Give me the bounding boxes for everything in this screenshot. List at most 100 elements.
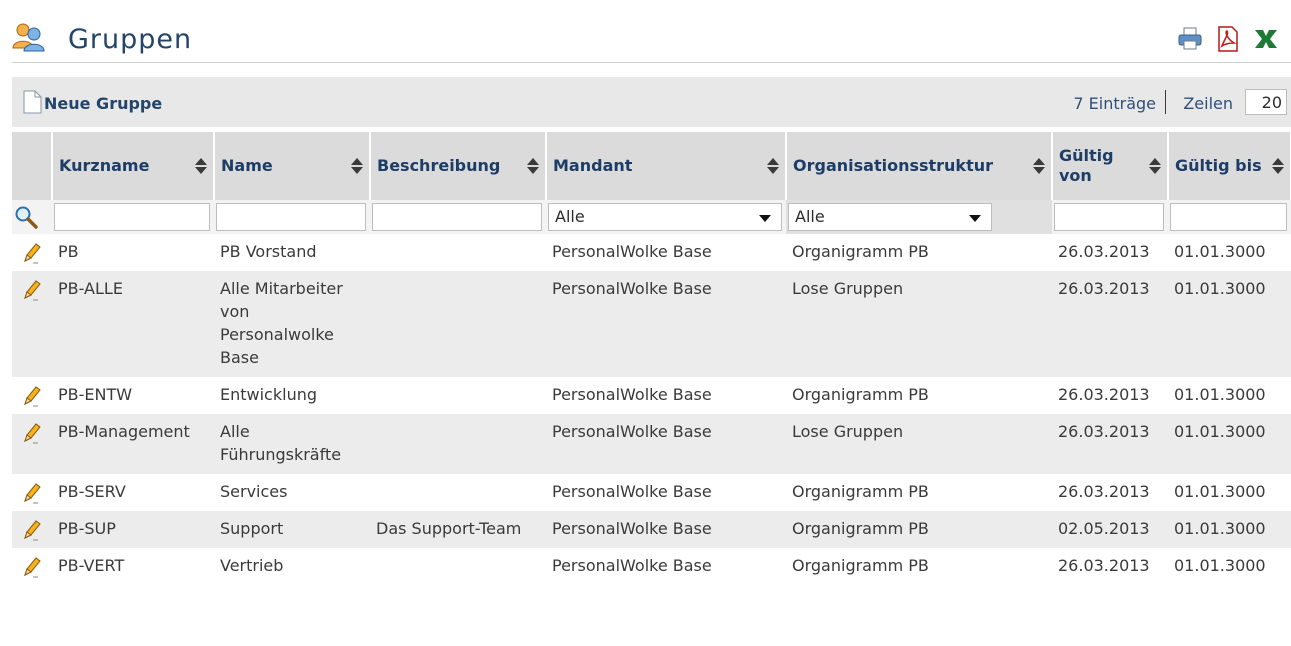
cell-beschreibung: [370, 271, 546, 377]
filter-cell-beschreibung: [370, 200, 546, 234]
sort-icon[interactable]: [527, 157, 539, 175]
table-body: PB PB Vorstand PersonalWolke Base Organi…: [12, 234, 1291, 585]
table-row: PB-ALLE Alle Mitarbeiter von Personalwol…: [12, 271, 1291, 377]
cell-organisationsstruktur: Lose Gruppen: [786, 271, 1052, 377]
cell-kurzname: PB-VERT: [52, 548, 214, 585]
cell-gueltig-bis: 01.01.3000: [1168, 548, 1291, 585]
edit-cell: [12, 511, 52, 548]
organisationsstruktur-filter-select[interactable]: Alle: [788, 203, 992, 231]
name-filter-input[interactable]: [216, 203, 366, 231]
gueltig-von-filter-input[interactable]: [1054, 203, 1164, 231]
column-header-gueltig-bis[interactable]: Gültig bis: [1168, 132, 1291, 200]
select-value: Alle: [795, 207, 825, 226]
column-header-label: Gültig bis: [1175, 156, 1262, 175]
cell-kurzname: PB-SUP: [52, 511, 214, 548]
cell-gueltig-von: 26.03.2013: [1052, 474, 1168, 511]
filter-row: Alle Alle: [12, 200, 1291, 234]
table-row: PB-Management Alle Führungskräfte Person…: [12, 414, 1291, 474]
sort-icon[interactable]: [767, 157, 779, 175]
column-header-kurzname[interactable]: Kurzname: [52, 132, 215, 200]
filter-search-cell: [12, 200, 52, 234]
filter-cell-mandant: Alle: [546, 200, 786, 234]
groups-table: Kurzname Name Beschreibung Mandant Organ…: [12, 132, 1291, 585]
dropdown-arrow-icon: [759, 215, 771, 222]
dropdown-arrow-icon: [969, 215, 981, 222]
cell-organisationsstruktur: Organigramm PB: [786, 511, 1052, 548]
toolbar: Neue Gruppe 7 Einträge Zeilen: [12, 77, 1291, 127]
cell-mandant: PersonalWolke Base: [546, 377, 786, 414]
cell-organisationsstruktur: Lose Gruppen: [786, 414, 1052, 474]
export-buttons: [1177, 26, 1287, 54]
cell-beschreibung: [370, 377, 546, 414]
search-icon[interactable]: [14, 205, 38, 229]
gueltig-bis-filter-input[interactable]: [1170, 203, 1287, 231]
cell-kurzname: PB: [52, 234, 214, 271]
select-value: Alle: [555, 207, 585, 226]
cell-organisationsstruktur: Organigramm PB: [786, 234, 1052, 271]
edit-pencil-icon[interactable]: [20, 279, 42, 301]
cell-organisationsstruktur: Organigramm PB: [786, 548, 1052, 585]
cell-gueltig-von: 26.03.2013: [1052, 414, 1168, 474]
column-header-name[interactable]: Name: [214, 132, 371, 200]
cell-name: Services: [214, 474, 370, 511]
sort-icon[interactable]: [1149, 157, 1161, 175]
page-header: Gruppen: [12, 18, 1291, 63]
cell-organisationsstruktur: Organigramm PB: [786, 377, 1052, 414]
cell-beschreibung: Das Support-Team: [370, 511, 546, 548]
cell-beschreibung: [370, 474, 546, 511]
column-header-label: Gültig von: [1059, 146, 1114, 185]
column-header-label: Mandant: [553, 156, 633, 175]
cell-mandant: PersonalWolke Base: [546, 414, 786, 474]
table-row: PB PB Vorstand PersonalWolke Base Organi…: [12, 234, 1291, 271]
sort-icon[interactable]: [195, 157, 207, 175]
column-header-mandant[interactable]: Mandant: [546, 132, 787, 200]
cell-beschreibung: [370, 234, 546, 271]
column-header-beschreibung[interactable]: Beschreibung: [370, 132, 547, 200]
edit-pencil-icon[interactable]: [20, 519, 42, 541]
table-row: PB-SUP Support Das Support-Team Personal…: [12, 511, 1291, 548]
column-header-gueltig-von[interactable]: Gültig von: [1052, 132, 1169, 200]
cell-mandant: PersonalWolke Base: [546, 548, 786, 585]
edit-cell: [12, 474, 52, 511]
cell-gueltig-von: 02.05.2013: [1052, 511, 1168, 548]
cell-mandant: PersonalWolke Base: [546, 474, 786, 511]
entries-count: 7 Einträge: [1073, 94, 1156, 113]
sort-icon[interactable]: [1033, 157, 1045, 175]
column-header-organisationsstruktur[interactable]: Organisationsstruktur: [786, 132, 1053, 200]
edit-pencil-icon[interactable]: [20, 482, 42, 504]
header-spacer: [12, 132, 53, 200]
print-icon[interactable]: [1177, 26, 1203, 52]
kurzname-filter-input[interactable]: [54, 203, 210, 231]
table-row: PB-SERV Services PersonalWolke Base Orga…: [12, 474, 1291, 511]
filter-cell-kurzname: [52, 200, 214, 234]
mandant-filter-select[interactable]: Alle: [548, 203, 782, 231]
filter-cell-gueltig-bis: [1168, 200, 1291, 234]
sort-icon[interactable]: [351, 157, 363, 175]
edit-pencil-icon[interactable]: [20, 422, 42, 444]
edit-pencil-icon[interactable]: [20, 242, 42, 264]
cell-name: Alle Mitarbeiter von Personalwolke Base: [214, 271, 370, 377]
edit-cell: [12, 234, 52, 271]
beschreibung-filter-input[interactable]: [372, 203, 542, 231]
cell-mandant: PersonalWolke Base: [546, 271, 786, 377]
divider: [1165, 90, 1166, 114]
sort-icon[interactable]: [1272, 157, 1284, 175]
cell-mandant: PersonalWolke Base: [546, 511, 786, 548]
cell-gueltig-bis: 01.01.3000: [1168, 511, 1291, 548]
edit-pencil-icon[interactable]: [20, 556, 42, 578]
group-icon: [12, 22, 46, 52]
edit-cell: [12, 414, 52, 474]
excel-icon[interactable]: [1253, 26, 1279, 52]
filter-cell-name: [214, 200, 370, 234]
cell-gueltig-von: 26.03.2013: [1052, 548, 1168, 585]
rows-per-page-input[interactable]: [1245, 89, 1287, 115]
cell-name: Alle Führungskräfte: [214, 414, 370, 474]
column-header-label: Kurzname: [59, 156, 150, 175]
edit-cell: [12, 548, 52, 585]
pdf-icon[interactable]: [1215, 26, 1241, 52]
new-document-icon: [22, 90, 43, 114]
filter-cell-gueltig-von: [1052, 200, 1168, 234]
cell-beschreibung: [370, 548, 546, 585]
edit-pencil-icon[interactable]: [20, 385, 42, 407]
table-row: PB-VERT Vertrieb PersonalWolke Base Orga…: [12, 548, 1291, 585]
